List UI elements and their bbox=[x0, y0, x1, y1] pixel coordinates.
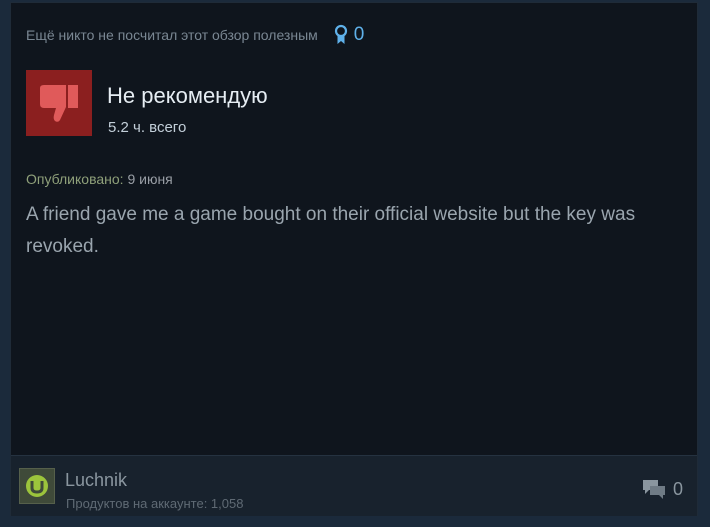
review-text: A friend gave me a game bought on their … bbox=[26, 204, 636, 257]
award-count: 0 bbox=[353, 24, 365, 45]
helpful-row: Ещё никто не посчитал этот обзор полезны… bbox=[26, 24, 365, 46]
utorrent-logo-icon bbox=[26, 475, 48, 497]
posted-label: Опубликовано: bbox=[26, 171, 124, 187]
comment-bubbles-icon bbox=[642, 480, 665, 499]
author-products: Продуктов на аккаунте: 1,058 bbox=[66, 496, 244, 511]
helpful-text: Ещё никто не посчитал этот обзор полезны… bbox=[26, 27, 318, 43]
award-button[interactable]: 0 bbox=[334, 24, 365, 46]
author-footer: Luchnik Продуктов на аккаунте: 1,058 0 bbox=[11, 455, 697, 516]
hours-played: 5.2 ч. всего bbox=[108, 119, 187, 136]
review-card: Ещё никто не посчитал этот обзор полезны… bbox=[10, 2, 698, 516]
avatar[interactable] bbox=[19, 468, 55, 504]
thumbs-down-icon bbox=[26, 70, 92, 136]
author-name[interactable]: Luchnik bbox=[65, 470, 127, 491]
comments-count: 0 bbox=[672, 478, 683, 499]
comments-button[interactable]: 0 bbox=[641, 478, 683, 500]
posted-date-line: Опубликовано: 9 июня bbox=[26, 171, 173, 187]
posted-date: 9 июня bbox=[127, 171, 173, 187]
verdict-title[interactable]: Не рекомендую bbox=[107, 83, 268, 109]
award-ribbon-icon bbox=[334, 24, 347, 44]
